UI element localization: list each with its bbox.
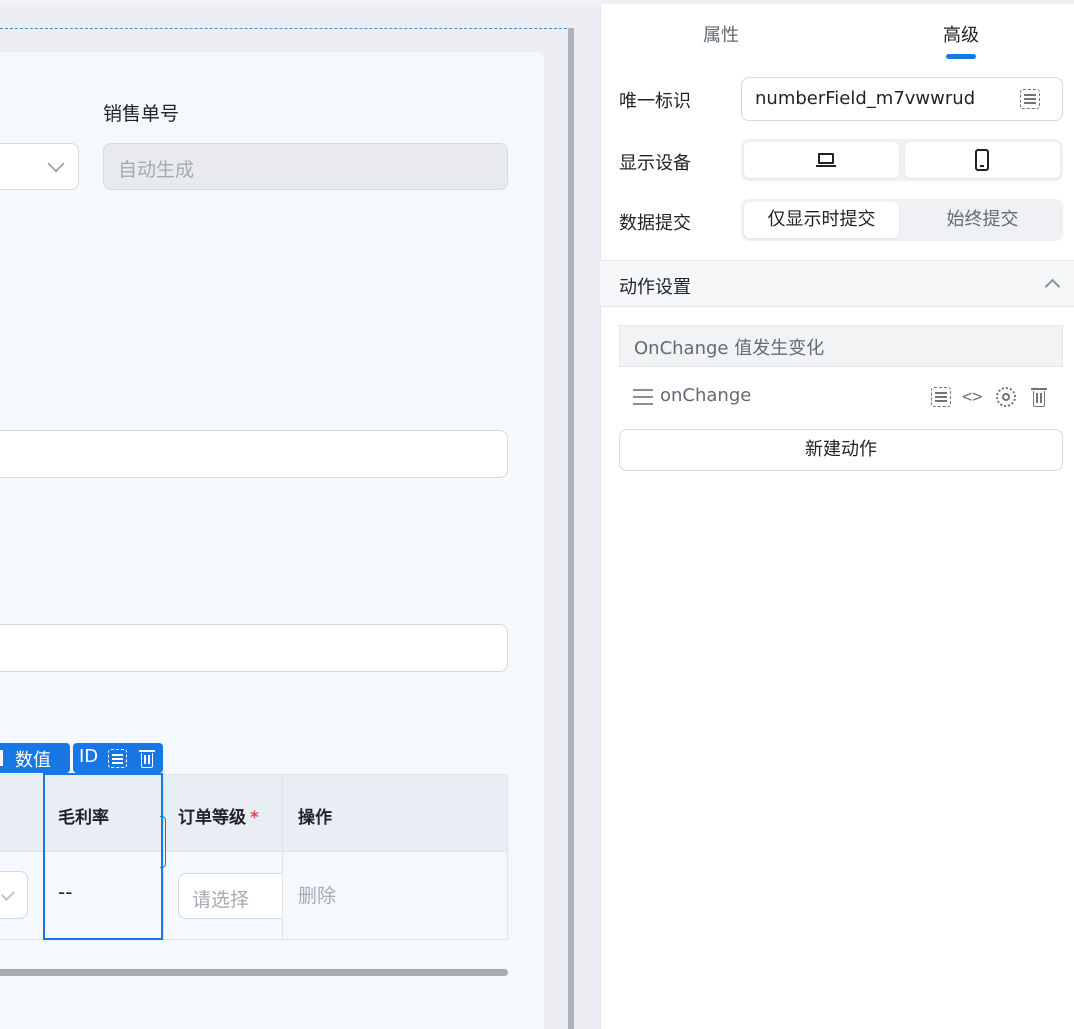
submit-toggle: 仅显示时提交 始终提交 [741, 199, 1063, 241]
phone-icon [975, 149, 989, 171]
active-tab-indicator [946, 54, 976, 59]
text-field-2[interactable] [0, 624, 508, 672]
event-onchange: OnChange 值发生变化 [619, 325, 1063, 367]
device-toggle [741, 139, 1063, 181]
text-field-1[interactable] [0, 430, 508, 478]
order-level-label: 订单等级 [178, 808, 246, 828]
submit-when-shown-button[interactable]: 仅显示时提交 [744, 202, 899, 238]
unique-id-value: numberField_m7vwwrud [755, 88, 976, 109]
gear-icon[interactable] [996, 387, 1016, 407]
copy-action-icon[interactable] [931, 387, 951, 407]
canvas-top-strip [0, 0, 600, 4]
sale-no-placeholder: 自动生成 [118, 159, 195, 181]
laptop-icon [816, 153, 836, 168]
unique-id-label: 唯一标识 [619, 91, 691, 112]
copy-icon[interactable] [108, 749, 127, 768]
sale-no-input: 自动生成 [103, 143, 508, 190]
tab-properties[interactable]: 属性 [703, 21, 739, 47]
canvas-selection-outline [0, 28, 572, 29]
action-settings-header[interactable]: 动作设置 [600, 260, 1074, 307]
action-name: onChange [660, 385, 752, 406]
column-header-order-level[interactable]: 订单等级 * [178, 803, 259, 828]
sale-no-label: 销售单号 [103, 103, 180, 125]
component-type-tag[interactable]: 数值 [0, 743, 70, 773]
display-device-label: 显示设备 [619, 153, 691, 174]
component-id-button[interactable]: ID [79, 746, 98, 767]
device-mobile-button[interactable] [905, 142, 1060, 178]
action-item: onChange <> [619, 378, 1063, 416]
required-mark: * [250, 808, 259, 828]
event-name: OnChange 值发生变化 [634, 338, 825, 359]
drag-handle-icon[interactable] [633, 389, 653, 405]
new-action-button[interactable]: 新建动作 [619, 429, 1063, 471]
horizontal-scrollbar[interactable] [0, 969, 508, 976]
action-settings-title: 动作设置 [619, 277, 691, 298]
trash-icon[interactable] [1031, 386, 1047, 407]
chevron-down-icon [47, 155, 65, 173]
delete-row-link[interactable]: 删除 [298, 881, 336, 908]
copy-id-icon[interactable] [1020, 89, 1040, 109]
row-select-cell[interactable] [0, 871, 28, 919]
panel-top-line [600, 0, 1074, 4]
component-toolbar: ID [73, 743, 163, 773]
selected-column-outline[interactable] [43, 773, 163, 940]
select-field[interactable] [0, 143, 79, 190]
submit-always-button[interactable]: 始终提交 [905, 202, 1060, 238]
canvas-vertical-scrollbar[interactable] [568, 28, 574, 1029]
designer-canvas: 销售单号 自动生成 数值 ID 毛利率 订单等级 * 操作 -- 请选择 删除 [0, 0, 600, 1029]
component-type-label: 数值 [15, 750, 51, 771]
check-icon [0, 886, 16, 902]
device-desktop-button[interactable] [744, 142, 899, 178]
delete-icon[interactable] [139, 748, 155, 768]
code-icon[interactable]: <> [962, 387, 982, 407]
order-level-placeholder: 请选择 [192, 889, 250, 911]
chevron-up-icon[interactable] [1044, 278, 1061, 295]
data-submit-label: 数据提交 [619, 213, 691, 234]
order-level-select[interactable]: 请选择 [178, 873, 282, 919]
tag-bar [0, 750, 3, 766]
column-resize-handle[interactable] [160, 816, 166, 868]
unique-id-field[interactable]: numberField_m7vwwrud [741, 77, 1063, 121]
column-header-action: 操作 [298, 808, 332, 828]
column-divider [282, 774, 283, 940]
tab-advanced[interactable]: 高级 [943, 21, 979, 47]
